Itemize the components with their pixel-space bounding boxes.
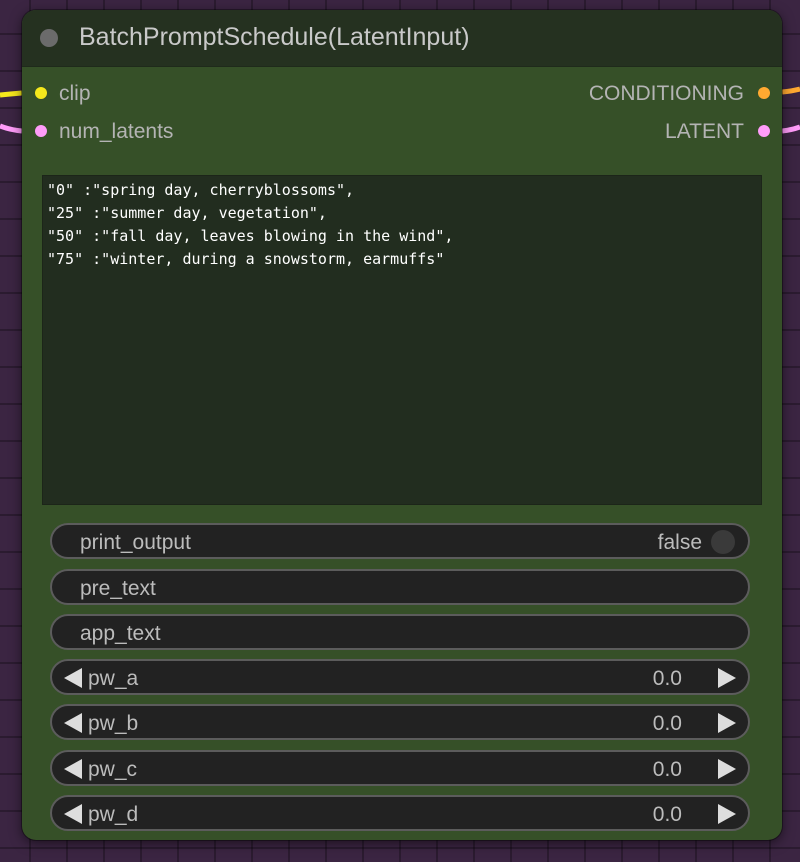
pw-c-value: 0.0: [652, 758, 682, 781]
print-output-label: print_output: [80, 531, 191, 554]
conditioning-output-wire: [781, 86, 800, 95]
prompt-schedule-textarea[interactable]: "0" :"spring day, cherryblossoms", "25" …: [42, 175, 762, 505]
num-latents-input-wire: [0, 123, 23, 134]
pw-a-number-widget[interactable]: pw_a 0.0: [50, 659, 750, 695]
pw-b-number-widget[interactable]: pw_b 0.0: [50, 704, 750, 740]
input-label-clip: clip: [59, 82, 91, 105]
latent-slot-dot-icon[interactable]: [758, 125, 770, 137]
batch-prompt-schedule-node[interactable]: BatchPromptSchedule(LatentInput) clip nu…: [22, 10, 782, 840]
input-slot-num-latents[interactable]: num_latents: [35, 117, 174, 147]
output-label-latent: LATENT: [665, 120, 744, 143]
input-label-num-latents: num_latents: [59, 120, 174, 143]
pw-d-label: pw_d: [88, 803, 139, 826]
decrement-arrow-icon[interactable]: [64, 668, 82, 688]
output-slot-conditioning[interactable]: CONDITIONING: [588, 79, 770, 109]
toggle-knob-icon[interactable]: [711, 530, 735, 554]
node-title: BatchPromptSchedule(LatentInput): [79, 23, 470, 51]
output-slot-latent[interactable]: LATENT: [665, 117, 770, 147]
latent-output-wire: [781, 124, 800, 134]
pre-text-field[interactable]: pre_text: [50, 569, 750, 605]
app-text-field[interactable]: app_text: [50, 614, 750, 650]
pw-b-value: 0.0: [652, 712, 682, 735]
input-slot-clip[interactable]: clip: [35, 79, 91, 109]
print-output-value: false: [657, 531, 702, 554]
node-title-bar[interactable]: BatchPromptSchedule(LatentInput): [22, 10, 782, 67]
output-label-conditioning: CONDITIONING: [588, 82, 744, 105]
pw-d-value: 0.0: [652, 803, 682, 826]
pw-c-label: pw_c: [88, 758, 138, 781]
decrement-arrow-icon[interactable]: [64, 713, 82, 733]
pre-text-label: pre_text: [80, 577, 156, 600]
app-text-label: app_text: [80, 622, 161, 645]
decrement-arrow-icon[interactable]: [64, 759, 82, 779]
print-output-toggle[interactable]: print_output false: [50, 523, 750, 559]
pw-b-label: pw_b: [88, 712, 139, 735]
collapse-dot-icon[interactable]: [40, 29, 58, 47]
pw-c-number-widget[interactable]: pw_c 0.0: [50, 750, 750, 786]
pw-a-label: pw_a: [88, 667, 139, 690]
conditioning-slot-dot-icon[interactable]: [758, 87, 770, 99]
num-latents-slot-dot-icon[interactable]: [35, 125, 47, 137]
clip-slot-dot-icon[interactable]: [35, 87, 47, 99]
increment-arrow-icon[interactable]: [718, 668, 736, 688]
increment-arrow-icon[interactable]: [718, 713, 736, 733]
pw-a-value: 0.0: [652, 667, 682, 690]
increment-arrow-icon[interactable]: [718, 759, 736, 779]
decrement-arrow-icon[interactable]: [64, 804, 82, 824]
clip-input-wire: [0, 90, 23, 98]
increment-arrow-icon[interactable]: [718, 804, 736, 824]
pw-d-number-widget[interactable]: pw_d 0.0: [50, 795, 750, 831]
